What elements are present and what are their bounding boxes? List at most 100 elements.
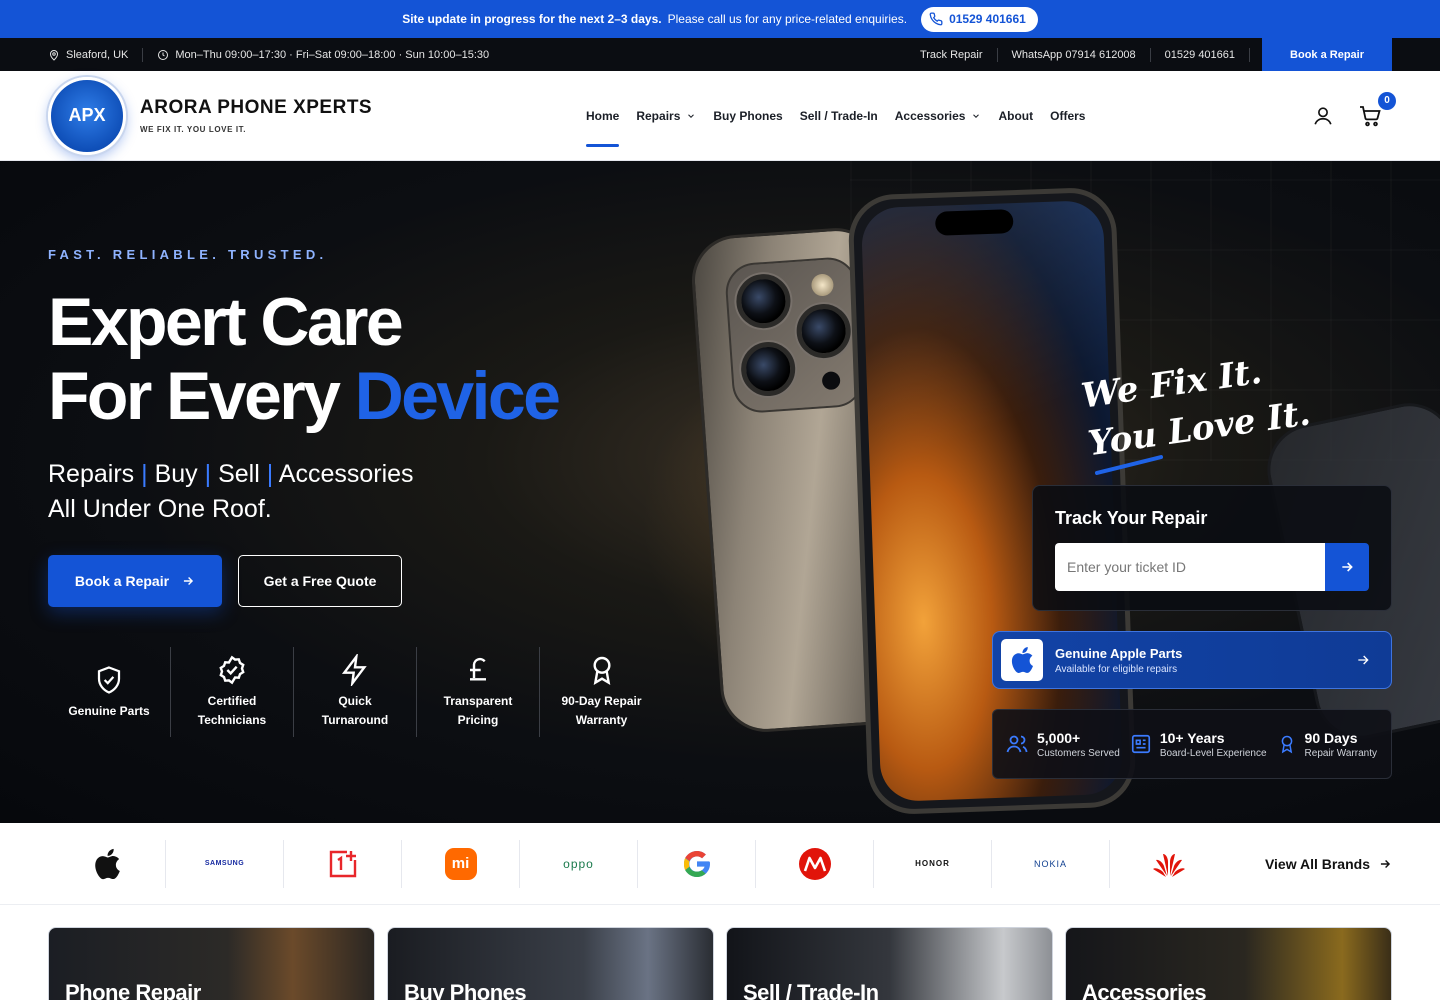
- lidar-sensor: [821, 371, 841, 391]
- brand-xiaomi[interactable]: mi: [402, 839, 520, 888]
- hero-title-highlight: Device: [354, 358, 561, 434]
- opening-hours: Mon–Thu 09:00–17:30 · Fri–Sat 09:00–18:0…: [157, 49, 489, 61]
- brand-huawei[interactable]: [1110, 840, 1228, 888]
- announcement-bold: Site update in progress for the next 2–3…: [402, 12, 662, 26]
- feature-item: Certified Technicians: [171, 647, 294, 737]
- feature-label: Quick: [338, 694, 372, 708]
- camera-lens: [794, 302, 853, 360]
- stat-item: 10+ Years Board-Level Experience: [1130, 730, 1267, 759]
- feature-item: Quick Turnaround: [294, 647, 417, 737]
- nav-about[interactable]: About: [998, 71, 1033, 161]
- category-card-phone-repair[interactable]: Phone Repair: [48, 927, 375, 1000]
- location-text: Sleaford, UK: [66, 48, 129, 61]
- view-all-brands-link[interactable]: View All Brands: [1265, 856, 1392, 872]
- stat-item: 5,000+ Customers Served: [1005, 730, 1120, 759]
- shield-check-icon: [94, 664, 124, 696]
- map-pin-icon: [48, 49, 60, 61]
- divider: [142, 47, 144, 62]
- ribbon-icon: [1277, 732, 1297, 756]
- stat-item: 90 Days Repair Warranty: [1277, 730, 1377, 759]
- arrow-right-icon: [1378, 857, 1392, 871]
- nav-label: Home: [586, 109, 620, 123]
- stat-label: Repair Warranty: [1304, 747, 1377, 759]
- chevron-down-icon: [971, 111, 981, 121]
- chevron-down-icon: [686, 111, 696, 121]
- hero-kicker: FAST. RELIABLE. TRUSTED.: [48, 247, 328, 262]
- brand-tagline: WE FIX IT. YOU LOVE IT.: [140, 125, 247, 134]
- brand-nokia[interactable]: NOKIA: [992, 839, 1110, 888]
- brand-oppo[interactable]: oppo: [520, 839, 638, 888]
- feature-list: Genuine Parts Certified Technicians Quic…: [48, 647, 663, 737]
- track-submit-button[interactable]: [1325, 543, 1369, 591]
- phone-icon: [929, 12, 943, 26]
- hero-title-line2: For Every: [48, 358, 355, 434]
- brand-oneplus[interactable]: [284, 839, 402, 888]
- sub-item: Sell: [218, 460, 260, 488]
- nav-buy-phones[interactable]: Buy Phones: [713, 71, 782, 161]
- cart-button[interactable]: 0: [1358, 91, 1396, 128]
- nav-sell-trade-in[interactable]: Sell / Trade-In: [800, 71, 878, 161]
- track-title: Track Your Repair: [1055, 508, 1208, 528]
- view-all-label: View All Brands: [1264, 855, 1370, 872]
- nav-label: Sell / Trade-In: [799, 109, 878, 123]
- stat-label: Board-Level Experience: [1159, 747, 1267, 759]
- award-icon: [586, 654, 618, 686]
- xiaomi-logo: mi: [444, 847, 477, 880]
- button-label: Book a Repair: [74, 573, 170, 589]
- apple-logo-icon: [1001, 639, 1043, 681]
- stat-value: 5,000+: [1037, 729, 1081, 746]
- announcement-phone-button[interactable]: 01529 401661: [921, 6, 1038, 32]
- feature-label: Pricing: [457, 713, 499, 727]
- feature-item: 90-Day Repair Warranty: [540, 647, 663, 737]
- feature-label: Certified: [207, 694, 257, 708]
- feature-label: Transparent: [443, 694, 513, 708]
- stat-label: Customers Served: [1037, 747, 1120, 759]
- flash: [810, 273, 835, 297]
- arrow-right-icon: [181, 574, 195, 588]
- brand-google[interactable]: [638, 839, 756, 888]
- feature-label: Turnaround: [321, 713, 389, 727]
- genuine-apple-parts-banner[interactable]: Genuine Apple Parts Available for eligib…: [992, 631, 1392, 689]
- location: Sleaford, UK: [48, 49, 128, 61]
- brand-strip: SAMSUNG mi oppo HONOR NOKIA View All Bra…: [0, 823, 1440, 905]
- category-card-accessories[interactable]: Accessories: [1065, 927, 1392, 1000]
- phone-link[interactable]: 01529 401661: [1151, 47, 1251, 62]
- book-repair-top-button[interactable]: Book a Repair: [1262, 38, 1392, 71]
- badge-check-icon: [216, 654, 248, 686]
- category-card-sell-trade-in[interactable]: Sell / Trade-In: [726, 927, 1053, 1000]
- nav-repairs[interactable]: Repairs: [636, 71, 696, 161]
- announcement-text: Please call us for any price-related enq…: [667, 12, 908, 26]
- sub-item: Accessories: [278, 460, 414, 488]
- apple-logo-icon: [93, 848, 121, 880]
- feature-item: Transparent Pricing: [417, 647, 540, 737]
- logo[interactable]: APX: [48, 76, 126, 155]
- user-icon[interactable]: [1312, 105, 1334, 127]
- brand-samsung[interactable]: SAMSUNG: [166, 839, 284, 888]
- book-repair-button[interactable]: Book a Repair: [48, 555, 222, 607]
- brand-motorola[interactable]: [756, 839, 874, 888]
- category-card-buy-phones[interactable]: Buy Phones: [387, 927, 714, 1000]
- announcement-phone-number: 01529 401661: [949, 12, 1026, 26]
- feature-label: Genuine Parts: [68, 703, 150, 718]
- dynamic-island: [934, 209, 1014, 236]
- camera-bump: [723, 255, 866, 415]
- free-quote-button[interactable]: Get a Free Quote: [238, 555, 402, 607]
- whatsapp-link[interactable]: WhatsApp 07914 612008: [998, 47, 1151, 62]
- ticket-id-input[interactable]: [1055, 543, 1325, 591]
- nokia-logo: NOKIA: [1033, 858, 1067, 869]
- card-title: Accessories: [1082, 980, 1207, 1000]
- chip-icon: [1130, 733, 1152, 755]
- honor-logo: HONOR: [915, 859, 950, 868]
- nav-accessories[interactable]: Accessories: [895, 71, 982, 161]
- stat-value: 90 Days: [1304, 729, 1358, 746]
- track-repair-link[interactable]: Track Repair: [906, 47, 998, 62]
- nav-offers[interactable]: Offers: [1050, 71, 1085, 161]
- stats-bar: 5,000+ Customers Served 10+ Years Board-Le…: [992, 709, 1392, 779]
- brand-apple[interactable]: [48, 839, 166, 888]
- nav-home[interactable]: Home: [586, 71, 620, 161]
- oneplus-logo-icon: [327, 848, 359, 880]
- feature-item: Genuine Parts: [48, 647, 171, 737]
- card-title: Buy Phones: [404, 980, 527, 1000]
- brand-honor[interactable]: HONOR: [874, 839, 992, 888]
- camera-lens: [734, 272, 793, 331]
